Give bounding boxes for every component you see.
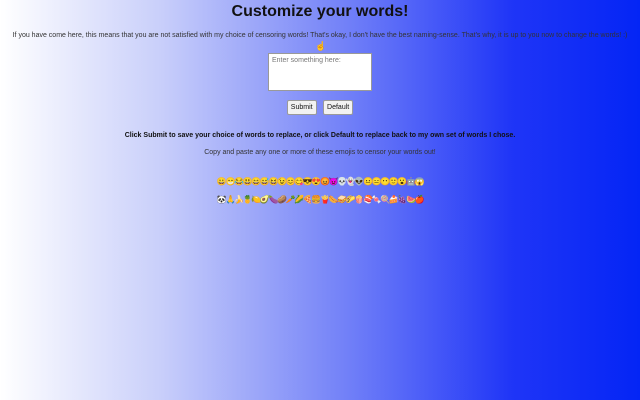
emoji-glyph: 😎: [302, 177, 313, 186]
emoji-glyph: 🌮: [345, 195, 356, 204]
emoji-glyph: 😉: [277, 177, 287, 186]
emoji-glyph: 🌽: [294, 195, 304, 204]
emoji-glyph: 😮: [397, 177, 407, 186]
emoji-glyph: 🍆: [268, 195, 278, 204]
emoji-glyph: 🍰: [388, 195, 399, 204]
emoji-glyph: 😍: [311, 177, 321, 186]
emoji-glyph: 🌭: [328, 195, 339, 204]
emoji-glyph: 🍎: [414, 195, 425, 204]
pointing-hand-icon: ☝: [315, 41, 327, 51]
button-row: Submit Default: [0, 96, 640, 115]
emoji-glyph: 😂: [234, 177, 244, 186]
emoji-glyph: 🍉: [405, 195, 416, 204]
emoji-glyph: 🍔: [311, 195, 321, 204]
emoji-glyph: 🍕: [302, 195, 313, 204]
emoji-glyph: 🥕: [285, 195, 296, 204]
emoji-glyph: 🍇: [397, 195, 407, 204]
emoji-glyph: 😄: [251, 177, 261, 186]
emoji-glyph: 😊: [285, 177, 296, 186]
emoji-glyph: 🍌: [234, 195, 244, 204]
emoji-glyph: 🐼: [216, 195, 227, 204]
emoji-glyph: 👿: [328, 177, 339, 186]
instructions-text: Click Submit to save your choice of word…: [124, 132, 516, 139]
emoji-glyph: 🙏: [225, 195, 236, 204]
emoji-glyph: 😱: [414, 177, 425, 186]
emoji-glyph: 😶: [380, 177, 390, 186]
emoji-glyph: 😋: [294, 177, 304, 186]
emoji-glyph: 😅: [259, 177, 270, 186]
intro-text: If you have come here, this means that y…: [12, 32, 628, 39]
page-title: Customize your words!: [231, 3, 409, 20]
emoji-glyph: 💀: [337, 177, 347, 186]
emoji-glyph: 😀: [216, 177, 227, 186]
emoji-row-food: 🐼🙏🍌🍍🍋🥑🍆🥔🥕🌽🍕🍔🍟🌭🥪🌮🍿🍣🍬🍭🍰🍇🍉🍎: [0, 195, 640, 205]
emoji-glyph: 🙂: [388, 177, 399, 186]
emoji-glyph: 🍍: [242, 195, 253, 204]
emoji-glyph: 🍭: [380, 195, 390, 204]
words-input[interactable]: [268, 53, 372, 91]
copy-emoji-text: Copy and paste any one or more of these …: [204, 149, 436, 156]
default-button[interactable]: Default: [323, 100, 354, 115]
emoji-glyph: 😆: [268, 177, 278, 186]
emoji-glyph: 🥪: [337, 195, 347, 204]
emoji-glyph: 👻: [345, 177, 356, 186]
submit-button[interactable]: Submit: [286, 100, 317, 115]
emoji-glyph: 🥔: [277, 195, 287, 204]
emoji-glyph: 😑: [371, 177, 382, 186]
page: Customize your words! If you have come h…: [0, 0, 640, 205]
emoji-glyph: 🍋: [251, 195, 261, 204]
emoji-glyph: 🍟: [320, 195, 330, 204]
emoji-glyph: 😃: [242, 177, 253, 186]
emoji-glyph: 🥑: [259, 195, 270, 204]
emoji-glyph: 🤖: [405, 177, 416, 186]
emoji-glyph: 😡: [320, 177, 330, 186]
emoji-row-faces: 😀😁😂😃😄😅😆😉😊😋😎😍😡👿💀👻👽😐😑😶🙂😮🤖😱: [0, 177, 640, 187]
emoji-glyph: 😐: [362, 177, 373, 186]
emoji-glyph: 🍣: [362, 195, 373, 204]
emoji-glyph: 🍬: [371, 195, 382, 204]
emoji-glyph: 😁: [225, 177, 236, 186]
emoji-glyph: 🍿: [354, 195, 364, 204]
emoji-glyph: 👽: [354, 177, 364, 186]
